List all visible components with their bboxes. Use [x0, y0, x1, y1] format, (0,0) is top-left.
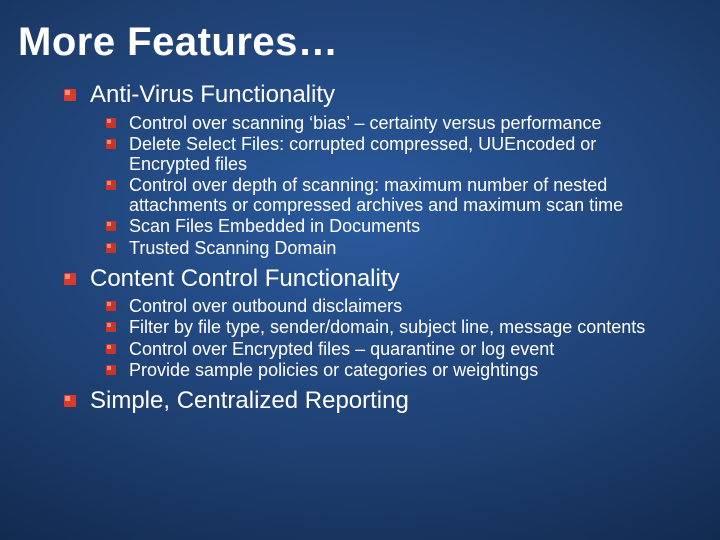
bullet-icon — [106, 301, 120, 312]
list-item: Scan Files Embedded in Documents — [129, 216, 420, 236]
bullet-icon — [106, 243, 120, 254]
section-heading: Simple, Centralized Reporting — [90, 387, 409, 415]
bullet-icon — [106, 344, 120, 355]
bullet-icon — [106, 221, 120, 232]
bullet-icon — [64, 395, 80, 409]
list-item: Control over outbound disclaimers — [129, 296, 402, 316]
slide: More Features… Anti-Virus Functionality … — [0, 0, 720, 540]
section-heading-row: Anti-Virus Functionality — [64, 81, 672, 109]
section-items: Control over outbound disclaimers Filter… — [106, 296, 672, 380]
section-heading-row: Content Control Functionality — [64, 265, 672, 293]
bullet-icon — [106, 118, 120, 129]
bullet-icon — [106, 322, 120, 333]
section-heading: Anti-Virus Functionality — [90, 81, 335, 109]
bullet-icon — [106, 180, 120, 191]
bullet-icon — [64, 273, 80, 287]
slide-title: More Features… — [18, 20, 702, 65]
list-item: Delete Select Files: corrupted compresse… — [129, 134, 672, 174]
list-item: Trusted Scanning Domain — [129, 238, 336, 258]
bullet-icon — [64, 89, 80, 103]
list-item: Control over depth of scanning: maximum … — [129, 175, 672, 215]
bullet-icon — [106, 365, 120, 376]
section-items: Control over scanning ‘bias’ – certainty… — [106, 113, 672, 258]
bullet-icon — [106, 139, 120, 150]
section-heading: Content Control Functionality — [90, 265, 400, 293]
list-item: Control over scanning ‘bias’ – certainty… — [129, 113, 602, 133]
list-item: Provide sample policies or categories or… — [129, 360, 538, 380]
list-item: Filter by file type, sender/domain, subj… — [129, 317, 645, 337]
list-item: Control over Encrypted files – quarantin… — [129, 339, 554, 359]
section-heading-row: Simple, Centralized Reporting — [64, 387, 672, 415]
